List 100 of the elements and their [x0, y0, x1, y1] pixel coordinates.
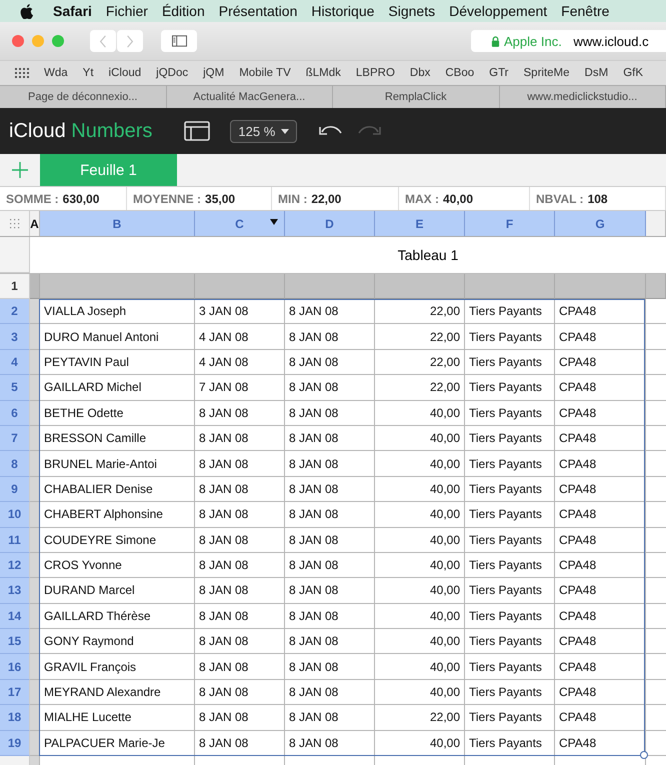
table-cell: CPA48 — [555, 528, 646, 553]
apple-logo-icon[interactable] — [20, 4, 33, 18]
row-header[interactable]: 3 — [0, 324, 30, 350]
menu-item[interactable]: Historique — [311, 3, 374, 19]
column-header[interactable]: G — [555, 211, 646, 236]
row-header[interactable]: 11 — [0, 528, 30, 553]
table-cell: 8 JAN 08 — [285, 705, 375, 731]
stat-label: MIN : — [278, 192, 308, 206]
forward-button[interactable] — [117, 30, 143, 52]
view-icon[interactable] — [184, 121, 210, 141]
maximize-button[interactable] — [52, 35, 64, 47]
back-button[interactable] — [90, 30, 116, 52]
row-header[interactable]: 15 — [0, 629, 30, 654]
sidebar-button[interactable] — [161, 30, 197, 52]
selection-frame[interactable] — [39, 299, 645, 756]
table-cell: 8 JAN 08 — [285, 426, 375, 452]
table-cell: 40,00 — [375, 426, 465, 452]
row-header[interactable]: 18 — [0, 705, 30, 731]
menu-item[interactable]: Développement — [449, 3, 548, 19]
row-header[interactable]: 5 — [0, 375, 30, 401]
table-cell: Tiers Payants — [465, 476, 555, 502]
menu-item[interactable]: Signets — [388, 3, 436, 19]
table-cell — [30, 299, 40, 324]
table-cell: 8 JAN 08 — [285, 578, 375, 604]
table-cell: Tiers Payants — [465, 350, 555, 376]
stat-value: 108 — [588, 192, 608, 206]
menu-item[interactable]: Safari — [53, 3, 92, 19]
bookmark-link[interactable]: Wda — [44, 67, 68, 79]
table-cell: 40,00 — [375, 629, 465, 654]
bookmark-link[interactable]: jQM — [203, 67, 224, 79]
table-cell: CPA48 — [555, 604, 646, 630]
table-cell — [30, 629, 40, 654]
bookmark-link[interactable]: Yt — [82, 67, 94, 79]
row-header[interactable]: 4 — [0, 350, 30, 376]
bookmark-link[interactable]: Mobile TV — [239, 67, 291, 79]
row-header[interactable]: 10 — [0, 502, 30, 528]
row-header[interactable]: 6 — [0, 400, 30, 426]
row-header[interactable]: 19 — [0, 730, 30, 756]
table-handle[interactable] — [0, 211, 30, 236]
menu-item[interactable]: Fenêtre — [561, 3, 610, 19]
column-header[interactable] — [646, 211, 666, 236]
row-header[interactable]: 13 — [0, 578, 30, 604]
column-header[interactable]: D — [285, 211, 375, 236]
table-cell: CPA48 — [555, 629, 646, 654]
row-header[interactable]: 1 — [0, 274, 30, 299]
row-header[interactable]: 14 — [0, 604, 30, 630]
zoom-dropdown[interactable]: 125 % — [230, 120, 298, 142]
table-cell: 40,00 — [375, 552, 465, 578]
table-cell: Tiers Payants — [465, 375, 555, 401]
table-cell: CPA48 — [555, 578, 646, 604]
menu-item[interactable]: Présentation — [218, 3, 298, 19]
caret-icon[interactable] — [270, 219, 278, 225]
table-cell: 3 JAN 08 — [195, 299, 285, 324]
table-cell: CPA48 — [555, 476, 646, 502]
row-header[interactable]: 9 — [0, 476, 30, 502]
row-header[interactable]: 8 — [0, 451, 30, 477]
table-cell: 40,00 — [375, 400, 465, 426]
stat-value: 35,00 — [205, 192, 236, 206]
bookmark-link[interactable]: SpriteMe — [524, 67, 570, 79]
column-header[interactable]: B — [40, 211, 195, 236]
table-cell: 7 JAN 08 — [195, 375, 285, 401]
row-header[interactable]: 12 — [0, 552, 30, 578]
close-button[interactable] — [12, 35, 24, 47]
minimize-button[interactable] — [32, 35, 44, 47]
bookmark-link[interactable]: LBPRO — [356, 67, 395, 79]
address-field[interactable]: Apple Inc. www.icloud.c — [471, 30, 666, 52]
table-cell: Tiers Payants — [465, 604, 555, 630]
bookmark-link[interactable]: CBoo — [445, 67, 474, 79]
lock-icon — [491, 36, 500, 46]
bookmark-link[interactable]: GTr — [489, 67, 509, 79]
row-header[interactable] — [0, 237, 30, 273]
column-header[interactable]: F — [465, 211, 555, 236]
column-header[interactable]: C — [195, 211, 285, 236]
row-header[interactable]: 7 — [0, 426, 30, 452]
stat-label: NBVAL : — [536, 192, 584, 206]
menu-item[interactable]: Édition — [162, 3, 205, 19]
bookmark-link[interactable]: GfK — [623, 67, 643, 79]
column-header[interactable]: E — [375, 211, 465, 236]
bookmark-link[interactable]: iCloud — [108, 67, 142, 79]
row-header[interactable]: 2 — [0, 299, 30, 324]
table-cell: 40,00 — [375, 451, 465, 477]
bookmark-link[interactable]: jQDoc — [156, 67, 188, 79]
table-cell: DURO Manuel Antoni — [40, 324, 195, 350]
menu-item[interactable]: Fichier — [106, 3, 148, 19]
bookmark-link[interactable]: DsM — [584, 67, 608, 79]
redo-icon[interactable] — [357, 124, 382, 138]
row-header[interactable]: 16 — [0, 654, 30, 680]
row-header[interactable]: 17 — [0, 680, 30, 706]
bookmark-link[interactable]: Dbx — [410, 67, 430, 79]
table-cell: 40,00 — [375, 578, 465, 604]
caret-icon — [281, 128, 290, 134]
grid-icon[interactable] — [15, 68, 29, 78]
table-cell: Tiers Payants — [465, 400, 555, 426]
bookmark-link[interactable]: ßLMdk — [306, 67, 341, 79]
table-cell: CPA48 — [555, 705, 646, 731]
column-header[interactable]: A — [30, 211, 40, 236]
undo-icon[interactable] — [319, 124, 344, 138]
table-cell: 8 JAN 08 — [285, 654, 375, 680]
table-cell: 8 JAN 08 — [285, 476, 375, 502]
table-cell: 4 JAN 08 — [195, 350, 285, 376]
